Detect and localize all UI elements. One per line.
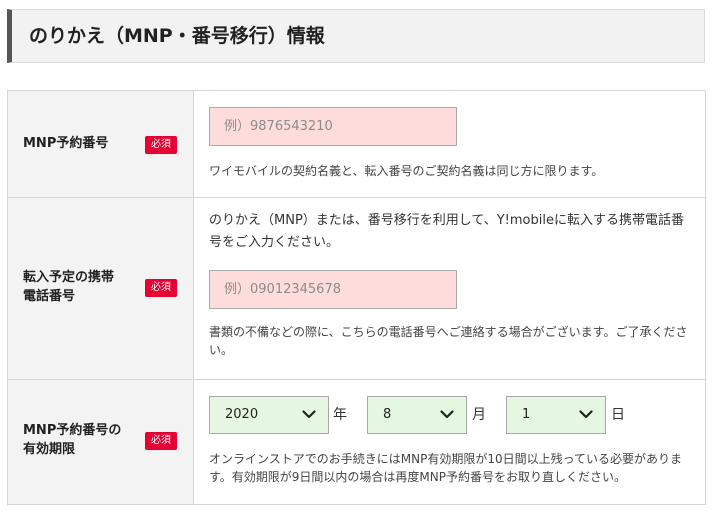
- month-unit: 月: [472, 407, 486, 423]
- year-select-value: 2020: [225, 407, 259, 422]
- form-row-transfer-phone: 転入予定の携帯 電話番号 必須 のりかえ（MNP）または、番号移行を利用して、Y…: [7, 197, 706, 380]
- day-select-value: 1: [522, 407, 531, 422]
- chevron-down-icon: [579, 410, 593, 419]
- label-cell: 転入予定の携帯 電話番号 必須: [7, 197, 194, 380]
- mnp-expiry-label-line1: MNP予約番号の: [23, 423, 122, 438]
- transfer-phone-label-line2: 電話番号: [23, 289, 76, 304]
- mnp-expiry-note: オンラインストアでのお手続きにはMNP有効期限が10日間以上残っている必要があり…: [209, 452, 682, 484]
- month-select-value: 8: [383, 407, 392, 422]
- section-header: のりかえ（MNP・番号移行）情報: [7, 9, 705, 63]
- transfer-phone-label-line1: 転入予定の携帯: [23, 270, 115, 285]
- form-row-mnp-expiry: MNP予約番号の 有効期限 必須 2020 年 8 月 1 日 オンラインストア…: [7, 379, 706, 505]
- transfer-phone-lead: のりかえ（MNP）または、番号移行を利用して、Y!mobileに転入する携帯電話…: [209, 213, 684, 250]
- field-cell: ワイモバイルの契約名義と、転入番号のご契約名義は同じ方に限ります。: [193, 90, 706, 198]
- year-unit: 年: [333, 407, 347, 423]
- field-cell: 2020 年 8 月 1 日 オンラインストアでのお手続きにはMNP有効期限が1…: [193, 379, 706, 505]
- day-unit: 日: [611, 407, 625, 423]
- mnp-number-label: MNP予約番号: [23, 136, 109, 151]
- mnp-expiry-label-line2: 有効期限: [23, 442, 76, 457]
- mnp-number-note: ワイモバイルの契約名義と、転入番号のご契約名義は同じ方に限ります。: [209, 164, 604, 178]
- label-cell: MNP予約番号の 有効期限 必須: [7, 379, 194, 505]
- year-select[interactable]: 2020: [209, 396, 329, 434]
- label-cell: MNP予約番号 必須: [7, 90, 194, 198]
- field-cell: のりかえ（MNP）または、番号移行を利用して、Y!mobileに転入する携帯電話…: [193, 197, 706, 380]
- month-select[interactable]: 8: [367, 396, 467, 434]
- transfer-phone-input[interactable]: [209, 270, 457, 309]
- mnp-form-table: MNP予約番号 必須 ワイモバイルの契約名義と、転入番号のご契約名義は同じ方に限…: [7, 90, 706, 505]
- required-badge: 必須: [145, 432, 177, 450]
- required-badge: 必須: [145, 279, 177, 297]
- required-badge: 必須: [145, 136, 177, 154]
- section-title: のりかえ（MNP・番号移行）情報: [29, 25, 325, 47]
- chevron-down-icon: [302, 410, 316, 419]
- mnp-number-input[interactable]: [209, 107, 457, 146]
- transfer-phone-note: 書類の不備などの際に、こちらの電話番号へご連絡する場合がございます。ご了承くださ…: [209, 325, 688, 357]
- day-select[interactable]: 1: [506, 396, 606, 434]
- chevron-down-icon: [440, 410, 454, 419]
- form-row-mnp-number: MNP予約番号 必須 ワイモバイルの契約名義と、転入番号のご契約名義は同じ方に限…: [7, 90, 706, 198]
